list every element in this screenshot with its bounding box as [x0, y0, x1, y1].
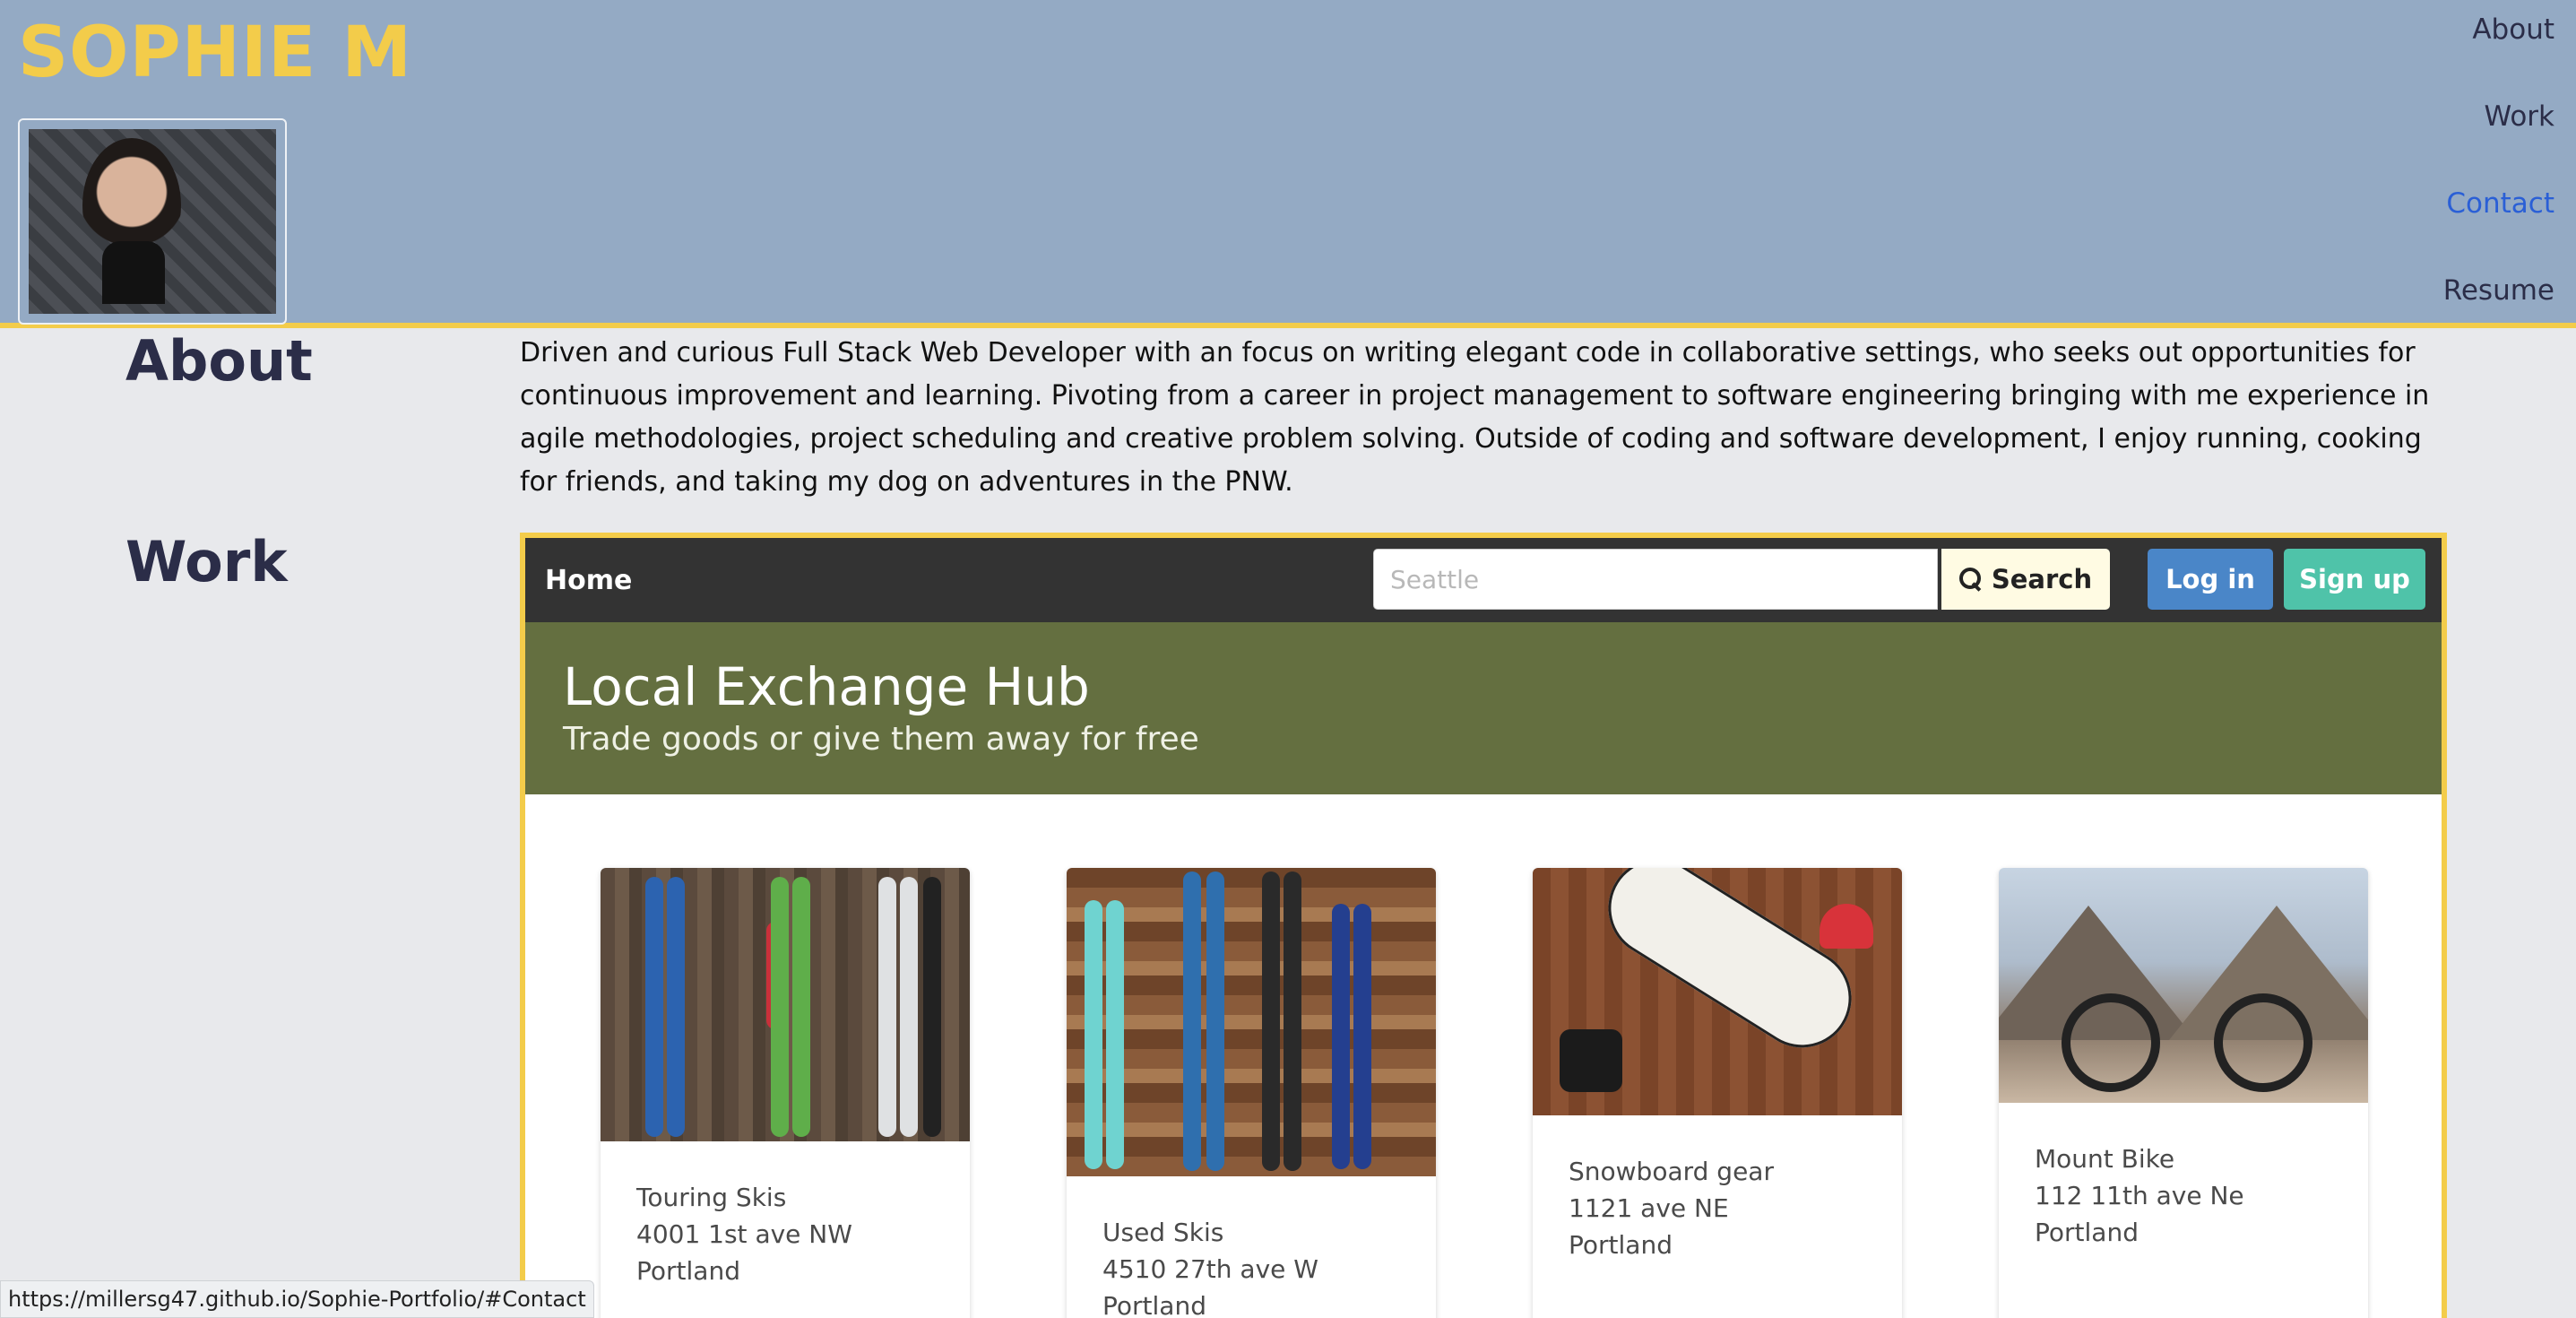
search-icon: [1958, 568, 1983, 591]
listing-image-touring-skis: [601, 868, 970, 1141]
listing-title: Touring Skis: [636, 1183, 787, 1212]
listing-card[interactable]: Touring Skis 4001 1st ave NW Portland: [601, 868, 970, 1318]
hero-banner: Local Exchange Hub Trade goods or give t…: [525, 622, 2442, 794]
listing-details: Mount Bike 112 11th ave Ne Portland: [1999, 1103, 2368, 1288]
listing-address: 1121 ave NE: [1569, 1193, 1729, 1223]
work-heading: Work: [125, 529, 288, 594]
avatar: [18, 118, 287, 325]
listing-card[interactable]: Snowboard gear 1121 ave NE Portland: [1533, 868, 1902, 1318]
listing-city: Portland: [636, 1256, 740, 1286]
listing-image-snowboard-gear: [1533, 868, 1902, 1115]
search-button-label: Search: [1991, 564, 2093, 594]
hero-subtitle: Trade goods or give them away for free: [563, 721, 1199, 758]
nav-resume[interactable]: Resume: [2443, 270, 2554, 357]
listing-card[interactable]: Used Skis 4510 27th ave W Portland: [1067, 868, 1436, 1318]
app-home-link[interactable]: Home: [545, 565, 632, 596]
search-input[interactable]: [1373, 549, 1938, 610]
listing-details: Snowboard gear 1121 ave NE Portland: [1533, 1115, 1902, 1301]
nav-contact[interactable]: Contact: [2443, 183, 2554, 270]
signup-button[interactable]: Sign up: [2284, 549, 2425, 610]
site-title[interactable]: SOPHIE M: [18, 13, 412, 93]
work-project-preview[interactable]: Home Search Log in Sign up Local Exchang…: [520, 533, 2447, 1318]
search-button[interactable]: Search: [1941, 549, 2110, 610]
listing-address: 4001 1st ave NW: [636, 1219, 852, 1249]
listing-city: Portland: [2035, 1218, 2139, 1247]
listing-city: Portland: [1102, 1291, 1206, 1318]
listing-address: 112 11th ave Ne: [2035, 1181, 2244, 1210]
app-navbar: Home Search Log in Sign up: [525, 538, 2442, 622]
avatar-photo: [29, 129, 276, 314]
listing-details: Touring Skis 4001 1st ave NW Portland: [601, 1141, 970, 1318]
listing-image-mount-bike: [1999, 868, 2368, 1103]
about-text: Driven and curious Full Stack Web Develo…: [520, 337, 2430, 498]
login-button[interactable]: Log in: [2148, 549, 2273, 610]
listing-image-used-skis: [1067, 868, 1436, 1176]
listing-card[interactable]: Mount Bike 112 11th ave Ne Portland: [1999, 868, 2368, 1318]
about-heading: About: [125, 328, 313, 394]
listing-details: Used Skis 4510 27th ave W Portland: [1067, 1176, 1436, 1318]
site-header: SOPHIE M About Work Contact Resume: [0, 0, 2576, 328]
hero-title: Local Exchange Hub: [563, 656, 1090, 717]
listing-title: Snowboard gear: [1569, 1157, 1774, 1186]
nav-work[interactable]: Work: [2443, 96, 2555, 183]
main-nav: About Work Contact Resume: [2443, 9, 2554, 357]
listing-title: Mount Bike: [2035, 1144, 2175, 1174]
listing-title: Used Skis: [1102, 1218, 1224, 1247]
listing-address: 4510 27th ave W: [1102, 1254, 1318, 1284]
browser-status-url: https://millersg47.github.io/Sophie-Port…: [0, 1280, 594, 1318]
nav-about[interactable]: About: [2443, 9, 2554, 96]
listing-city: Portland: [1569, 1230, 1673, 1260]
